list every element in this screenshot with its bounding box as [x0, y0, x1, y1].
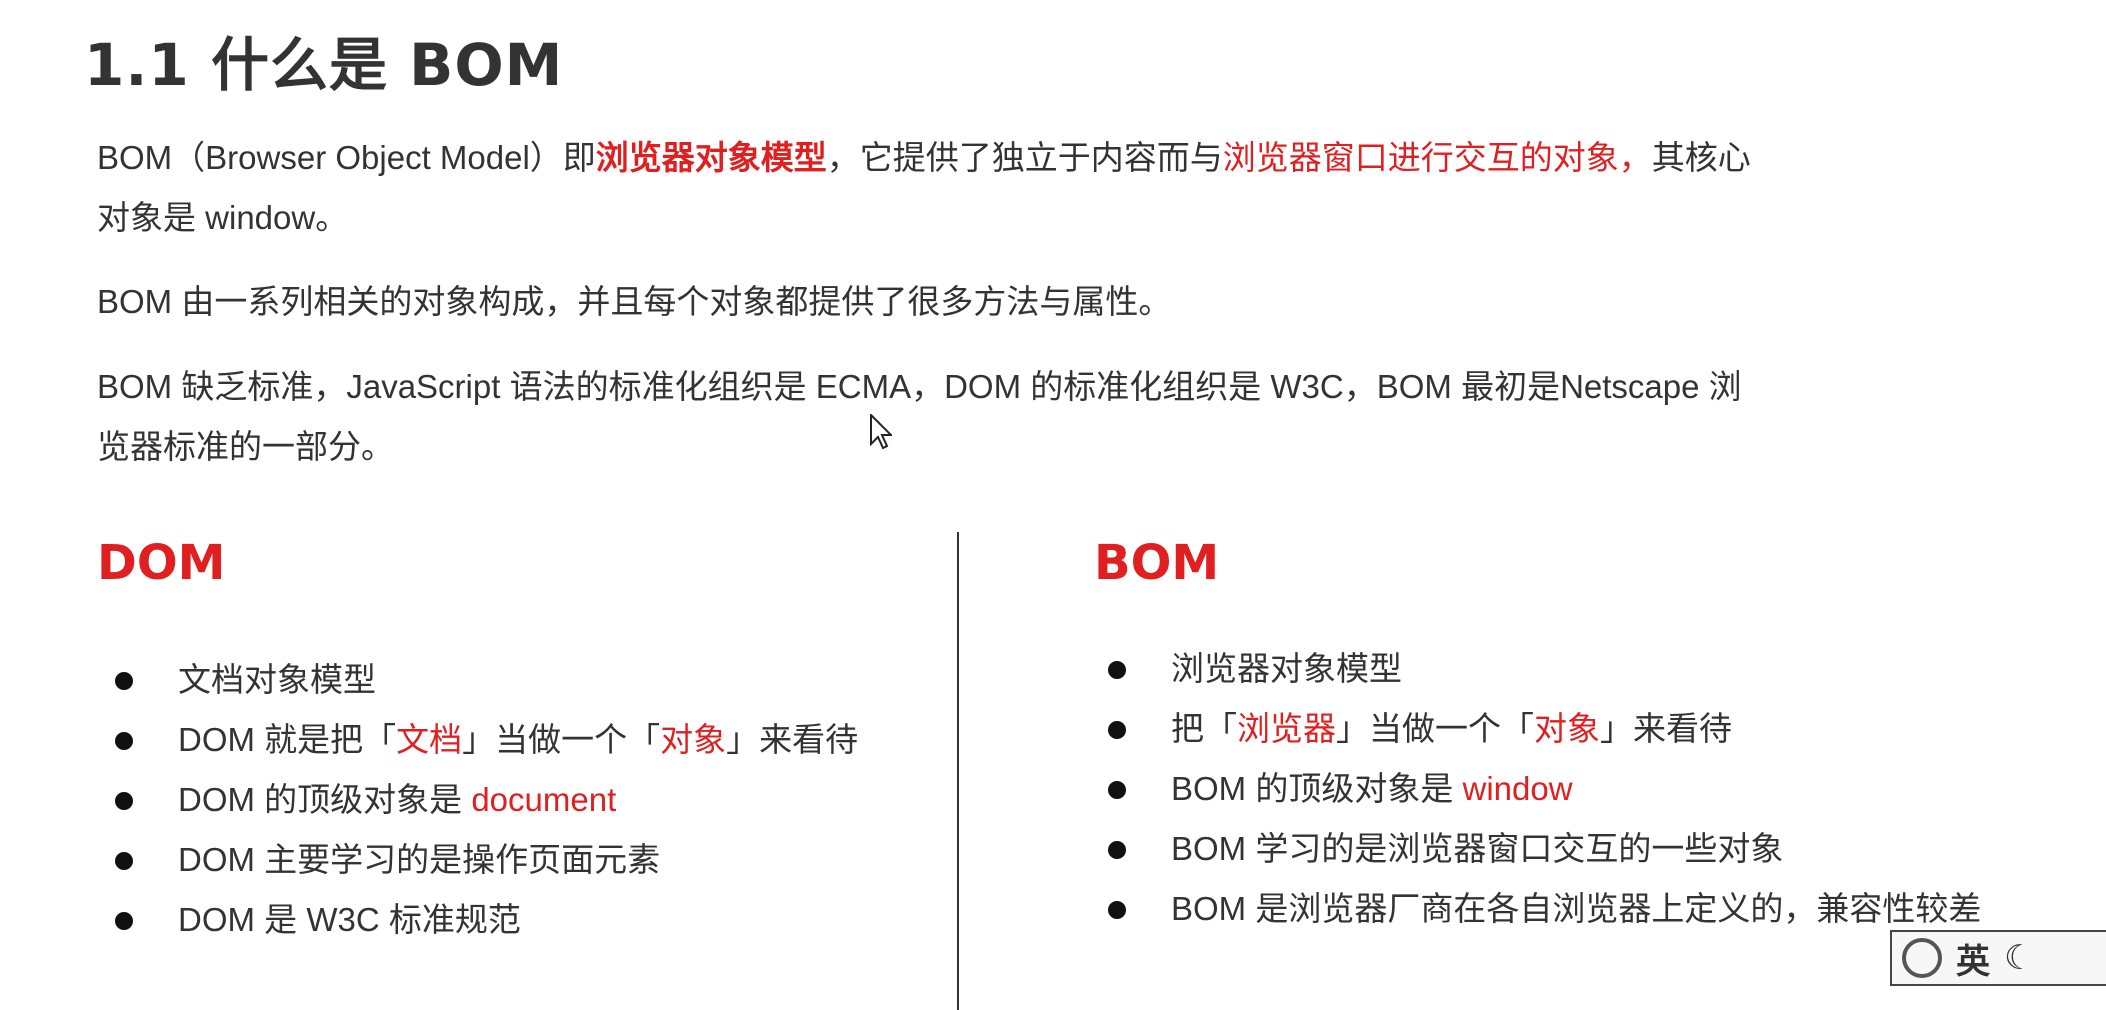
- page-title: 1.1 什么是 BOM: [84, 31, 564, 99]
- list-item-text: 」当做一个「: [462, 721, 661, 758]
- paragraph-standard: BOM 缺乏标准，JavaScript 语法的标准化组织是 ECMA，DOM 的…: [97, 357, 1857, 477]
- bullet-icon: [115, 732, 133, 750]
- list-item: BOM 学习的是浏览器窗口交互的一些对象: [1093, 819, 1981, 879]
- paragraph-composition: BOM 由一系列相关的对象构成，并且每个对象都提供了很多方法与属性。: [97, 283, 1172, 320]
- list-item: 浏览器对象模型: [1093, 639, 1981, 699]
- bullet-icon: [1108, 721, 1126, 739]
- bullet-icon: [1108, 661, 1126, 679]
- list-item-text: DOM 主要学习的是操作页面元素: [178, 841, 661, 878]
- para3-line1: BOM 缺乏标准，JavaScript 语法的标准化组织是 ECMA，DOM 的…: [97, 368, 1742, 405]
- bullet-icon: [115, 912, 133, 930]
- para1-text-3: ，它提供了独立于内容而与: [826, 139, 1223, 176]
- dom-bullet-list: 文档对象模型 DOM 就是把「文档」当做一个「对象」来看待 DOM 的顶级对象是…: [100, 650, 858, 950]
- bom-column-title: BOM: [1094, 535, 1220, 591]
- list-item: 把「浏览器」当做一个「对象」来看待: [1093, 699, 1981, 759]
- para1-text-1: BOM（Browser Object Model）即: [97, 139, 596, 176]
- list-item-text: BOM 学习的是浏览器窗口交互的一些对象: [1171, 830, 1784, 867]
- list-item-text: DOM 就是把「: [178, 721, 397, 758]
- list-item-text: 把「: [1171, 710, 1237, 747]
- bullet-icon: [115, 792, 133, 810]
- list-item-highlight: 浏览器: [1237, 710, 1336, 747]
- ime-toolbar[interactable]: 英 ☾: [1890, 930, 2106, 986]
- list-item-text: 」来看待: [726, 721, 859, 758]
- list-item: BOM 的顶级对象是 window: [1093, 759, 1981, 819]
- list-item-text: 文档对象模型: [178, 661, 376, 698]
- list-item: DOM 是 W3C 标准规范: [100, 890, 858, 950]
- ime-language-indicator[interactable]: 英: [1956, 934, 1990, 983]
- list-item-highlight: 对象: [660, 721, 727, 758]
- list-item-text: DOM 的顶级对象是: [178, 781, 472, 818]
- list-item-highlight: window: [1462, 770, 1573, 807]
- list-item-text: BOM 是浏览器厂商在各自浏览器上定义的，兼容性较差: [1171, 890, 1982, 927]
- list-item-text: 」当做一个「: [1336, 710, 1534, 747]
- list-item-text: DOM 是 W3C 标准规范: [178, 901, 521, 938]
- para1-text-5: 其核心: [1651, 139, 1751, 176]
- list-item: DOM 主要学习的是操作页面元素: [100, 830, 858, 890]
- list-item-text: 浏览器对象模型: [1171, 650, 1402, 687]
- para1-line2: 对象是 window。: [97, 199, 349, 236]
- list-item: DOM 的顶级对象是 document: [100, 770, 858, 830]
- bullet-icon: [1108, 901, 1126, 919]
- dom-column-title: DOM: [97, 535, 226, 591]
- bullet-icon: [115, 852, 133, 870]
- list-item: BOM 是浏览器厂商在各自浏览器上定义的，兼容性较差: [1093, 879, 1981, 939]
- paragraph-definition: BOM（Browser Object Model）即浏览器对象模型，它提供了独立…: [97, 128, 1857, 248]
- list-item-highlight: 文档: [396, 721, 463, 758]
- bom-bullet-list: 浏览器对象模型 把「浏览器」当做一个「对象」来看待 BOM 的顶级对象是 win…: [1093, 639, 1981, 939]
- para1-highlight-window-interaction: 浏览器窗口进行交互的对象，: [1222, 139, 1652, 176]
- list-item: DOM 就是把「文档」当做一个「对象」来看待: [100, 710, 858, 770]
- list-item-highlight: 对象: [1534, 710, 1600, 747]
- list-item-highlight: document: [471, 781, 617, 818]
- list-item-text: BOM 的顶级对象是: [1171, 770, 1463, 807]
- moon-icon[interactable]: ☾: [2004, 938, 2034, 978]
- list-item-text: 」来看待: [1600, 710, 1732, 747]
- bullet-icon: [1108, 841, 1126, 859]
- mouse-cursor-icon: [870, 412, 894, 455]
- list-item: 文档对象模型: [100, 650, 858, 710]
- bullet-icon: [115, 672, 133, 690]
- ime-logo-icon: [1902, 938, 1942, 978]
- para1-highlight-browser-object-model: 浏览器对象模型: [595, 139, 827, 176]
- bullet-icon: [1108, 781, 1126, 799]
- column-divider: [957, 532, 959, 1010]
- para3-line2: 览器标准的一部分。: [97, 428, 394, 465]
